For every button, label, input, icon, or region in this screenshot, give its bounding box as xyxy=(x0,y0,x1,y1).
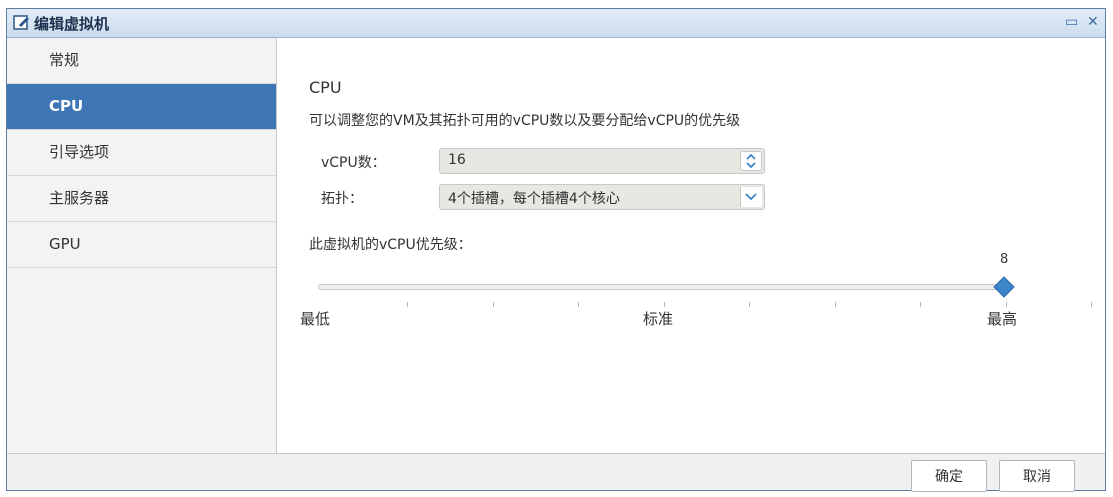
title-bar: 编辑虚拟机 ▭ ✕ xyxy=(7,9,1105,38)
slider-tick xyxy=(407,302,408,307)
window-title: 编辑虚拟机 xyxy=(34,15,110,33)
sidebar: 常规 CPU 引导选项 主服务器 GPU xyxy=(7,38,277,453)
priority-label: 此虚拟机的vCPU优先级： xyxy=(309,237,472,253)
priority-value: 8 xyxy=(1000,252,1009,267)
edit-icon xyxy=(13,15,29,30)
sidebar-item-gpu[interactable]: GPU xyxy=(7,222,276,268)
cancel-button[interactable]: 取消 xyxy=(999,460,1075,492)
slider-max-label: 最高 xyxy=(987,310,1018,328)
sidebar-item-general[interactable]: 常规 xyxy=(7,38,276,84)
sidebar-item-boot-options[interactable]: 引导选项 xyxy=(7,130,276,176)
priority-slider-track[interactable] xyxy=(318,284,1004,290)
slider-tick xyxy=(663,302,665,307)
slider-mid-label: 标准 xyxy=(643,310,674,328)
sidebar-item-cpu[interactable]: CPU xyxy=(7,84,276,130)
vcpu-count-label: vCPU数： xyxy=(321,155,386,171)
slider-tick xyxy=(920,302,921,307)
slider-tick xyxy=(578,302,579,307)
topology-select[interactable]: 4个插槽，每个插槽4个核心 xyxy=(439,184,765,210)
slider-tick xyxy=(834,302,836,307)
spinner-arrows-icon[interactable] xyxy=(740,151,762,171)
topology-label: 拓扑： xyxy=(321,191,363,207)
dialog-footer: 确定 取消 xyxy=(7,453,1105,492)
slider-tick xyxy=(1005,302,1007,307)
chevron-down-icon[interactable] xyxy=(740,187,762,207)
priority-slider-thumb[interactable] xyxy=(992,275,1016,299)
slider-tick xyxy=(1091,302,1092,307)
cpu-panel: CPU 可以调整您的VM及其拓扑可用的vCPU数以及要分配给vCPU的优先级 v… xyxy=(277,38,1105,453)
section-title: CPU xyxy=(309,78,342,97)
vcpu-count-stepper[interactable]: 16 xyxy=(439,148,765,174)
slider-tick xyxy=(492,302,494,307)
sidebar-item-home-server[interactable]: 主服务器 xyxy=(7,176,276,222)
slider-tick xyxy=(749,302,750,307)
vcpu-count-value: 16 xyxy=(448,152,466,168)
section-description: 可以调整您的VM及其拓扑可用的vCPU数以及要分配给vCPU的优先级 xyxy=(309,113,741,129)
close-icon[interactable]: ✕ xyxy=(1087,14,1099,30)
maximize-icon[interactable]: ▭ xyxy=(1065,14,1078,30)
edit-vm-dialog: 编辑虚拟机 ▭ ✕ 常规 CPU 引导选项 主服务器 GPU CPU 可以调整您… xyxy=(6,8,1106,492)
ok-button[interactable]: 确定 xyxy=(911,460,987,492)
topology-value: 4个插槽，每个插槽4个核心 xyxy=(448,191,620,207)
slider-min-label: 最低 xyxy=(300,310,331,328)
